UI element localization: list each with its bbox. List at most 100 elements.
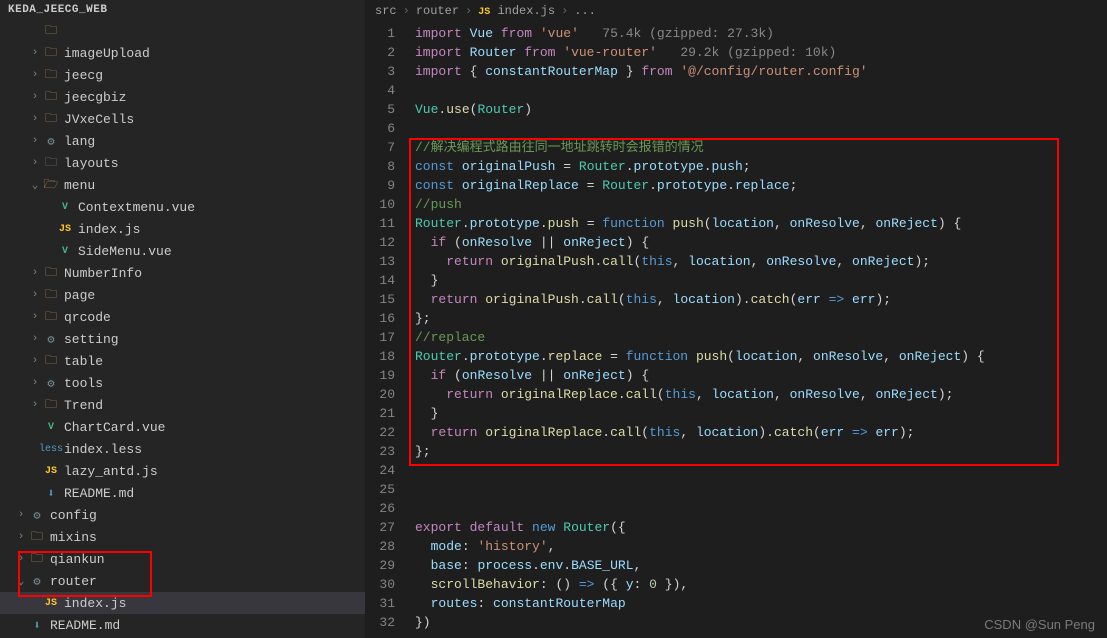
config-icon: ⚙	[42, 375, 60, 391]
line-number: 1	[365, 24, 395, 43]
tree-item-menu[interactable]: ⌄🗁menu	[0, 174, 365, 196]
tree-item-label: router	[50, 574, 97, 589]
tree-item-mixins[interactable]: ›🗀mixins	[0, 526, 365, 548]
tree-item-index-js[interactable]: JS index.js	[0, 218, 365, 240]
tree-item-setting[interactable]: ›⚙setting	[0, 328, 365, 350]
code-line[interactable]: const originalReplace = Router.prototype…	[415, 176, 1107, 195]
line-number: 30	[365, 575, 395, 594]
code-line[interactable]: //push	[415, 195, 1107, 214]
tree-item-contextmenu-vue[interactable]: VContextmenu.vue	[0, 196, 365, 218]
code-line[interactable]: import Router from 'vue-router' 29.2k (g…	[415, 43, 1107, 62]
tree-item-readme-md[interactable]: ⬇README.md	[0, 482, 365, 504]
tree-item-lang[interactable]: ›⚙lang	[0, 130, 365, 152]
tree-item-label: JVxeCells	[64, 112, 134, 127]
breadcrumb[interactable]: src › router › JS JS index.jsindex.js › …	[365, 0, 1107, 22]
chevron-icon: ›	[28, 157, 42, 169]
chevron-right-icon: ›	[403, 4, 410, 18]
code-line[interactable]: }	[415, 404, 1107, 423]
tree-item-tools[interactable]: ›⚙tools	[0, 372, 365, 394]
tree-item-numberinfo[interactable]: ›🗀NumberInfo	[0, 262, 365, 284]
code-line[interactable]: base: process.env.BASE_URL,	[415, 556, 1107, 575]
vue-icon: V	[42, 419, 60, 435]
tree-item-label: index.js	[78, 222, 140, 237]
tree-item-lazy-antd-js[interactable]: JSlazy_antd.js	[0, 460, 365, 482]
chevron-icon: ›	[28, 91, 42, 103]
tree-item-jvxecells[interactable]: ›🗀JVxeCells	[0, 108, 365, 130]
code-line[interactable]	[415, 119, 1107, 138]
breadcrumb-item[interactable]: src	[375, 4, 397, 18]
tree-item-label: jeecg	[64, 68, 103, 83]
tree-item-jeecg[interactable]: ›🗀jeecg	[0, 64, 365, 86]
line-number: 27	[365, 518, 395, 537]
code-line[interactable]: //解决编程式路由往同一地址跳转时会报错的情况	[415, 138, 1107, 157]
code-line[interactable]: import { constantRouterMap } from '@/con…	[415, 62, 1107, 81]
tree-item-label: index.less	[64, 442, 142, 457]
code-line[interactable]: import Vue from 'vue' 75.4k (gzipped: 27…	[415, 24, 1107, 43]
code-line[interactable]	[415, 81, 1107, 100]
breadcrumb-item[interactable]: JS JS index.jsindex.js	[478, 4, 555, 18]
tree-item-readme-md[interactable]: ⬇README.md	[0, 614, 365, 636]
code-line[interactable]: return originalReplace.call(this, locati…	[415, 423, 1107, 442]
tree-item-index-less[interactable]: lessindex.less	[0, 438, 365, 460]
file-explorer[interactable]: KEDA_JEECG_WEB 🗀›🗀imageUpload›🗀jeecg›🗀je…	[0, 0, 365, 638]
line-number: 13	[365, 252, 395, 271]
code-line[interactable]	[415, 499, 1107, 518]
tree-item-qrcode[interactable]: ›🗀qrcode	[0, 306, 365, 328]
tree-item-label: lazy_antd.js	[64, 464, 158, 479]
code-line[interactable]: mode: 'history',	[415, 537, 1107, 556]
tree-item-sidemenu-vue[interactable]: VSideMenu.vue	[0, 240, 365, 262]
line-number: 15	[365, 290, 395, 309]
folder-icon: 🗀	[28, 529, 46, 545]
tree-item-label: qrcode	[64, 310, 111, 325]
code-content[interactable]: import Vue from 'vue' 75.4k (gzipped: 27…	[405, 22, 1107, 638]
tree-item-qiankun[interactable]: ›🗀qiankun	[0, 548, 365, 570]
tree-item-page[interactable]: ›🗀page	[0, 284, 365, 306]
tree-item-chartcard-vue[interactable]: VChartCard.vue	[0, 416, 365, 438]
tree-item-label: qiankun	[50, 552, 105, 567]
code-line[interactable]: export default new Router({	[415, 518, 1107, 537]
breadcrumb-item[interactable]: router	[416, 4, 459, 18]
code-line[interactable]	[415, 461, 1107, 480]
code-line[interactable]: };	[415, 442, 1107, 461]
tree-item-router[interactable]: ⌄⚙router	[0, 570, 365, 592]
folder-icon: 🗀	[42, 89, 60, 105]
tree-item-label: NumberInfo	[64, 266, 142, 281]
code-line[interactable]: Router.prototype.replace = function push…	[415, 347, 1107, 366]
code-line[interactable]: return originalReplace.call(this, locati…	[415, 385, 1107, 404]
code-line[interactable]: if (onResolve || onReject) {	[415, 233, 1107, 252]
code-line[interactable]: return originalPush.call(this, location)…	[415, 290, 1107, 309]
project-title: KEDA_JEECG_WEB	[0, 0, 365, 20]
tree-item-index-js[interactable]: JSindex.js	[0, 592, 365, 614]
code-line[interactable]: return originalPush.call(this, location,…	[415, 252, 1107, 271]
tree-item-layouts[interactable]: ›🗀layouts	[0, 152, 365, 174]
tree-item-config[interactable]: ›⚙config	[0, 504, 365, 526]
code-line[interactable]: routes: constantRouterMap	[415, 594, 1107, 613]
code-line[interactable]: if (onResolve || onReject) {	[415, 366, 1107, 385]
config-icon: ⚙	[28, 573, 46, 589]
tree-item-imageupload[interactable]: ›🗀imageUpload	[0, 42, 365, 64]
code-line[interactable]: Router.prototype.push = function push(lo…	[415, 214, 1107, 233]
tree-item-jeecgbiz[interactable]: ›🗀jeecgbiz	[0, 86, 365, 108]
tree-item-table[interactable]: ›🗀table	[0, 350, 365, 372]
code-line[interactable]: }	[415, 271, 1107, 290]
js-icon: JS	[42, 595, 60, 611]
code-line[interactable]: scrollBehavior: () => ({ y: 0 }),	[415, 575, 1107, 594]
line-number: 4	[365, 81, 395, 100]
code-line[interactable]: const originalPush = Router.prototype.pu…	[415, 157, 1107, 176]
chevron-icon: ›	[28, 113, 42, 125]
code-line[interactable]: Vue.use(Router)	[415, 100, 1107, 119]
line-number: 16	[365, 309, 395, 328]
vue-icon: V	[56, 243, 74, 259]
tree-item-label: Contextmenu.vue	[78, 200, 195, 215]
code-line[interactable]: //replace	[415, 328, 1107, 347]
folder-icon: 🗀	[42, 155, 60, 171]
tree-item-item[interactable]: 🗀	[0, 20, 365, 42]
folder-icon: 🗀	[42, 287, 60, 303]
breadcrumb-item: ...	[574, 4, 596, 18]
js-icon: JS	[56, 221, 74, 237]
tree-item-trend[interactable]: ›🗀Trend	[0, 394, 365, 416]
folder-icon: 🗀	[42, 353, 60, 369]
code-area[interactable]: 1234567891011121314151617181920212223242…	[365, 22, 1107, 638]
code-line[interactable]	[415, 480, 1107, 499]
code-line[interactable]: };	[415, 309, 1107, 328]
